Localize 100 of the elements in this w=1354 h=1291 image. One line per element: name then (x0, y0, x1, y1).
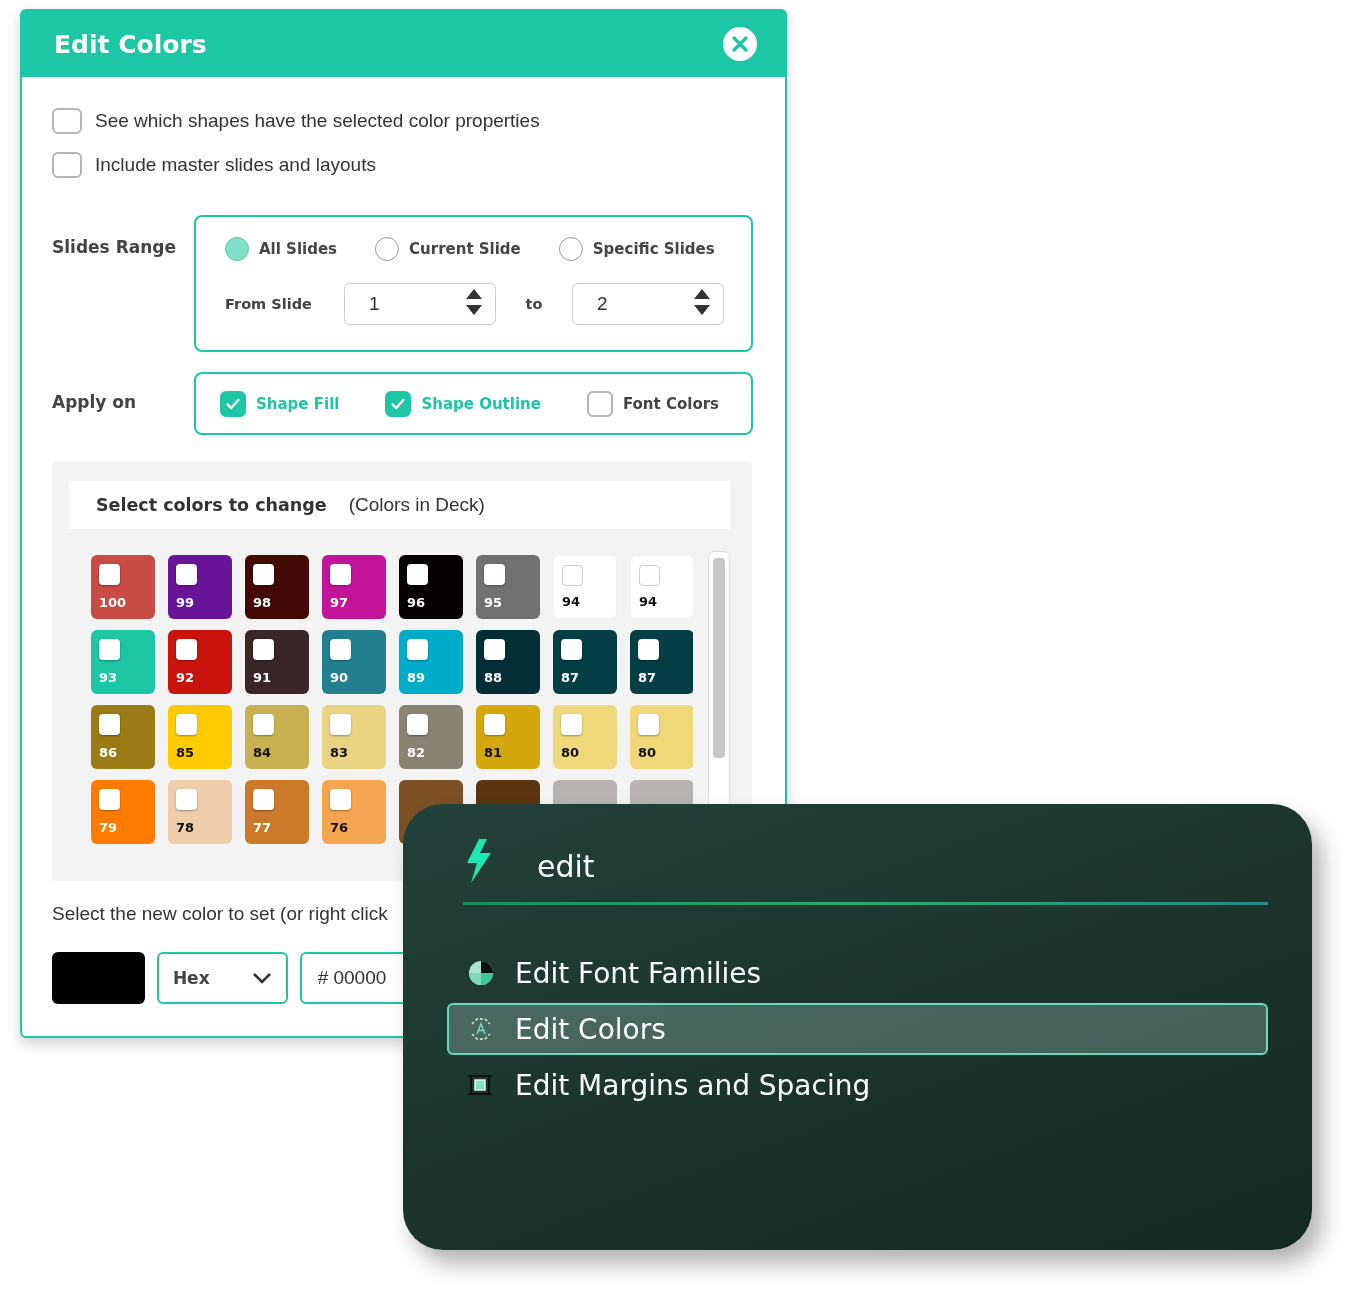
color-swatch[interactable]: 100 (91, 555, 155, 619)
color-swatch[interactable]: 84 (245, 705, 309, 769)
swatch-checkbox[interactable] (484, 639, 505, 660)
color-swatch[interactable]: 85 (168, 705, 232, 769)
swatch-checkbox[interactable] (99, 714, 120, 735)
color-swatch[interactable]: 86 (91, 705, 155, 769)
swatch-checkbox[interactable] (99, 564, 120, 585)
color-swatch[interactable]: 98 (245, 555, 309, 619)
swatch-checkbox[interactable] (176, 789, 197, 810)
spinner-field[interactable]: 2 (572, 283, 724, 325)
instruction-text: Select the new color to set (or right click (52, 903, 389, 925)
color-swatch[interactable]: 88 (476, 630, 540, 694)
swatch-checkbox[interactable] (330, 639, 351, 660)
swatch-checkbox[interactable] (330, 564, 351, 585)
swatch-checkbox[interactable] (99, 789, 120, 810)
swatch-label: 93 (99, 670, 119, 685)
checkbox[interactable] (52, 108, 82, 134)
swatch-label: 97 (330, 595, 350, 610)
swatch-checkbox[interactable] (638, 714, 659, 735)
swatch-checkbox[interactable] (330, 714, 351, 735)
margins-icon (467, 1072, 493, 1098)
radio-option[interactable]: Specific Slides (558, 237, 715, 261)
swatch-checkbox[interactable] (176, 714, 197, 735)
swatch-label: 80 (561, 745, 581, 760)
swatch-label: 82 (407, 745, 427, 760)
swatch-checkbox[interactable] (253, 714, 274, 735)
pie-chart-icon (467, 959, 495, 987)
close-button[interactable] (723, 27, 757, 61)
swatch-label: 85 (176, 745, 196, 760)
swatch-checkbox[interactable] (562, 565, 583, 586)
menu-item[interactable]: Edit Colors (447, 1003, 1268, 1055)
swatch-checkbox[interactable] (561, 639, 582, 660)
color-swatch[interactable]: 90 (322, 630, 386, 694)
color-swatch[interactable]: 87 (553, 630, 617, 694)
swatch-label: 77 (253, 820, 273, 835)
swatch-checkbox[interactable] (253, 639, 274, 660)
swatch-label: 94 (562, 594, 582, 609)
checkbox-option[interactable]: Font Colors (586, 390, 719, 417)
color-swatch[interactable]: 80 (553, 705, 617, 769)
swatch-label: 91 (253, 670, 273, 685)
swatch-label: 94 (639, 594, 659, 609)
swatch-label: 76 (330, 820, 350, 835)
swatch-label: 84 (253, 745, 273, 760)
swatch-checkbox[interactable] (407, 564, 428, 585)
format-dropdown[interactable]: Hex (156, 952, 288, 1004)
color-swatch[interactable]: 95 (476, 555, 540, 619)
swatch-checkbox[interactable] (561, 714, 582, 735)
swatch-checkbox[interactable] (253, 564, 274, 585)
color-swatch[interactable]: 94 (630, 555, 693, 619)
section-label: Slides Range (52, 236, 177, 259)
stepper-arrows-icon[interactable] (693, 287, 711, 316)
swatch-checkbox[interactable] (484, 564, 505, 585)
color-swatch[interactable]: 83 (322, 705, 386, 769)
radio-option[interactable]: Current Slide (375, 237, 521, 261)
color-swatch[interactable]: 87 (630, 630, 693, 694)
stepper-arrows-icon[interactable] (465, 287, 483, 316)
color-swatch[interactable]: 80 (630, 705, 693, 769)
swatch-label: 96 (407, 595, 427, 610)
swatch-checkbox[interactable] (253, 789, 274, 810)
color-swatch[interactable]: 91 (245, 630, 309, 694)
swatch-label: 87 (638, 670, 658, 685)
swatch-label: 88 (484, 670, 504, 685)
color-swatch[interactable]: 97 (322, 555, 386, 619)
checkbox[interactable] (52, 152, 82, 178)
radio-option[interactable]: All Slides (225, 237, 338, 261)
menu-item[interactable]: Edit Margins and Spacing (447, 1059, 1268, 1111)
color-swatch[interactable]: 94 (553, 555, 617, 619)
checkbox[interactable] (586, 390, 613, 417)
swatch-checkbox[interactable] (407, 714, 428, 735)
swatch-label: 83 (330, 745, 350, 760)
search-query[interactable]: edit (537, 848, 595, 884)
radio-button[interactable] (225, 237, 249, 261)
swatch-checkbox[interactable] (176, 564, 197, 585)
spinner-field[interactable]: 1 (344, 283, 496, 325)
color-swatch[interactable]: 78 (168, 780, 232, 844)
color-swatch[interactable]: 82 (399, 705, 463, 769)
color-swatch[interactable]: 96 (399, 555, 463, 619)
swatch-label: 89 (407, 670, 427, 685)
swatch-label: 92 (176, 670, 196, 685)
option-label: See which shapes have the selected color properties (95, 110, 540, 132)
panel-subtitle: (Colors in Deck) (348, 494, 485, 516)
swatch-checkbox[interactable] (484, 714, 505, 735)
swatch-label: 80 (638, 745, 658, 760)
swatch-label: 81 (484, 745, 504, 760)
dialog-title: Edit Colors (54, 29, 207, 59)
color-swatch[interactable]: 99 (168, 555, 232, 619)
color-swatch[interactable]: 92 (168, 630, 232, 694)
color-swatch[interactable]: 76 (322, 780, 386, 844)
checkbox[interactable] (220, 390, 246, 417)
checkbox[interactable] (385, 390, 412, 417)
chevron-down-icon (251, 972, 272, 984)
swatch-checkbox[interactable] (638, 639, 659, 660)
color-swatch[interactable]: 81 (476, 705, 540, 769)
field-label: From Slide (225, 296, 313, 312)
color-preview[interactable] (52, 952, 145, 1004)
swatch-checkbox[interactable] (639, 565, 660, 586)
swatch-checkbox[interactable] (99, 639, 120, 660)
swatch-checkbox[interactable] (407, 639, 428, 660)
swatch-checkbox[interactable] (330, 789, 351, 810)
swatch-checkbox[interactable] (176, 639, 197, 660)
